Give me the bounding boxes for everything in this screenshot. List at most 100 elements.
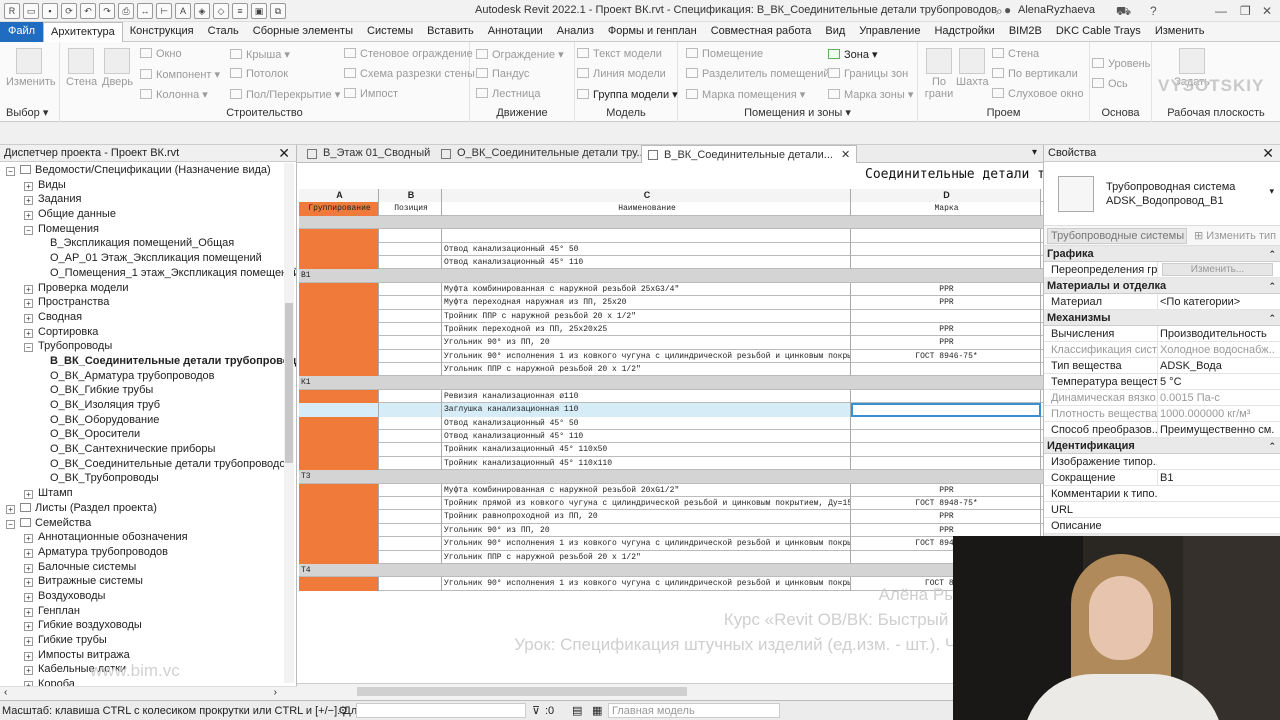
tree-item[interactable]: − Ведомости/Спецификации (Назначение вида… — [0, 163, 296, 178]
grouping-cell[interactable] — [299, 336, 379, 350]
model-line-button[interactable]: Линия модели — [577, 68, 666, 80]
collapse-icon[interactable]: − — [6, 167, 15, 176]
room-separator-button[interactable]: Разделитель помещений — [686, 68, 830, 80]
expand-icon[interactable]: + — [24, 284, 33, 294]
grouping-cell[interactable] — [299, 456, 379, 471]
name-cell[interactable]: Отвод канализационный 45° 50 — [442, 242, 851, 256]
tree-item[interactable]: В_ВК_Соединительные детали трубопроводов — [0, 354, 296, 369]
worksets-icon[interactable]: ⚙ — [338, 704, 348, 717]
tree-item[interactable]: О_АР_01 Этаж_Экспликация помещений — [0, 251, 296, 266]
grouping-cell[interactable] — [299, 242, 379, 256]
position-cell[interactable] — [379, 336, 442, 350]
property-row[interactable]: Плотность вещества 1000.000000 кг/м³ — [1044, 406, 1280, 422]
table-row[interactable]: Тройник ППР с наружной резьбой 20 х 1/2" — [299, 309, 1043, 323]
property-value[interactable]: 5 °C — [1157, 374, 1275, 390]
scroll-left-icon[interactable]: ‹ — [4, 687, 7, 698]
expand-icon[interactable]: + — [24, 563, 33, 573]
name-cell[interactable]: Тройник канализационный 45° 110х50 — [442, 443, 851, 457]
browser-horizontal-scrollbar[interactable]: ‹ › — [0, 686, 297, 700]
tree-item[interactable]: + Витражные системы — [0, 574, 296, 589]
expand-icon[interactable]: + — [24, 548, 33, 558]
mark-cell[interactable]: ГОСТ 8948-75* — [851, 496, 1041, 511]
cart-icon[interactable]: ⛟ — [1116, 4, 1131, 20]
mark-cell[interactable]: PPR — [851, 510, 1041, 524]
model-group-button[interactable]: Группа модели ▾ — [577, 88, 678, 101]
grouping-cell[interactable] — [299, 255, 379, 270]
wall-opening-button[interactable]: Стена — [992, 48, 1039, 60]
property-value[interactable]: 1000.000000 кг/м³ — [1157, 406, 1275, 422]
model-text-button[interactable]: Текст модели — [577, 48, 662, 60]
group-header-row[interactable]: Т4 — [299, 563, 1043, 578]
ribbon-tab[interactable]: DKC Cable Trays — [1049, 22, 1148, 42]
grouping-cell[interactable] — [299, 389, 379, 404]
property-row[interactable]: Тип вещества ADSK_Вода — [1044, 358, 1280, 374]
schedule-cell[interactable] — [299, 229, 379, 243]
collapse-icon[interactable]: ⌃ — [1268, 278, 1276, 294]
vertical-opening-button[interactable]: По вертикали — [992, 68, 1078, 80]
ribbon-tab[interactable]: Системы — [360, 22, 420, 42]
property-section-header[interactable]: Графика ⌃ — [1044, 246, 1280, 262]
position-cell[interactable] — [379, 282, 442, 297]
expand-icon[interactable]: + — [24, 607, 33, 617]
table-row[interactable]: Тройник переходной из ПП, 25х20х25 PPR — [299, 322, 1043, 337]
table-row[interactable]: Отвод канализационный 45° 50 — [299, 416, 1043, 431]
ceiling-button[interactable]: Потолок — [230, 68, 288, 80]
ramp-button[interactable]: Пандус — [476, 68, 529, 80]
schedule-cell[interactable] — [851, 229, 1041, 243]
tree-item[interactable]: О_ВК_Соединительные детали трубопроводов — [0, 457, 296, 472]
tree-item[interactable]: О_ВК_Сантехнические приборы — [0, 442, 296, 457]
group-header-row[interactable]: К1 — [299, 376, 1043, 390]
tree-item[interactable]: + Сортировка — [0, 325, 296, 340]
name-cell[interactable]: Тройник прямой из ковкого чугуна с цилин… — [442, 496, 851, 511]
property-row[interactable]: Изображение типор... — [1044, 454, 1280, 470]
mark-cell[interactable]: ГОСТ 8946-75* — [851, 349, 1041, 364]
close-icon[interactable]: ✕ — [278, 145, 290, 162]
ribbon-tab[interactable]: Конструкция — [123, 22, 201, 42]
position-cell[interactable] — [379, 242, 442, 256]
property-row[interactable]: Описание — [1044, 518, 1280, 534]
help-icon[interactable]: ? — [1150, 4, 1157, 18]
table-row[interactable]: Ревизия канализационная ø110 — [299, 389, 1043, 404]
tree-item[interactable]: + Общие данные — [0, 207, 296, 222]
measure-icon[interactable]: ↔ — [137, 3, 153, 19]
collapse-icon[interactable]: ⌃ — [1268, 438, 1276, 454]
user-name[interactable]: AlenaRyzhaeva — [1018, 4, 1095, 16]
tree-item[interactable]: − Трубопроводы — [0, 339, 296, 354]
close-icon[interactable]: ✕ — [1262, 145, 1274, 162]
ribbon-tab[interactable]: Вставить — [420, 22, 481, 42]
table-row[interactable]: Тройник канализационный 45° 110х50 — [299, 443, 1043, 457]
tree-item[interactable]: + Арматура трубопроводов — [0, 545, 296, 560]
tree-item[interactable]: + Проверка модели — [0, 281, 296, 296]
collapse-icon[interactable]: − — [6, 519, 15, 529]
scroll-right-icon[interactable]: › — [274, 687, 277, 698]
name-cell[interactable]: Угольник ППР с наружной резьбой 20 х 1/2… — [442, 363, 851, 377]
mark-cell[interactable] — [851, 430, 1041, 444]
position-cell[interactable] — [379, 255, 442, 270]
column-button[interactable]: Колонна ▾ — [140, 88, 208, 101]
close-tab-icon[interactable]: ✕ — [841, 149, 850, 161]
editable-only-icon[interactable]: ▤ — [572, 704, 582, 717]
tree-item[interactable]: О_ВК_Оросители — [0, 427, 296, 442]
column-letter-cell[interactable]: D — [851, 189, 1041, 203]
view-tab-floor-plan[interactable]: В_Этаж 01_Сводный — [301, 145, 436, 163]
grouping-cell[interactable] — [299, 550, 379, 564]
close-window-icon[interactable]: ✕ — [1262, 4, 1272, 18]
tree-item[interactable]: + Сводная — [0, 310, 296, 325]
position-cell[interactable] — [379, 430, 442, 444]
position-cell[interactable] — [379, 403, 442, 417]
property-row[interactable]: Динамическая вязко... 0.0015 Па-с — [1044, 390, 1280, 406]
grouping-cell[interactable] — [299, 363, 379, 377]
name-cell[interactable]: Муфта комбинированная с наружной резьбой… — [442, 282, 851, 297]
column-header-cell[interactable]: Наименование — [442, 202, 851, 216]
3d-view-icon[interactable]: ◈ — [194, 3, 210, 19]
grouping-cell[interactable] — [299, 416, 379, 431]
ribbon-tab[interactable]: Сборные элементы — [246, 22, 360, 42]
ribbon-tab[interactable]: Анализ — [550, 22, 601, 42]
minimize-icon[interactable]: — — [1215, 4, 1227, 18]
blank-row[interactable] — [299, 229, 1043, 243]
position-cell[interactable] — [379, 523, 442, 538]
position-cell[interactable] — [379, 510, 442, 524]
print-icon[interactable]: ⎙ — [118, 3, 134, 19]
tree-item[interactable]: + Гибкие воздуховоды — [0, 618, 296, 633]
grouping-cell[interactable] — [299, 537, 379, 551]
